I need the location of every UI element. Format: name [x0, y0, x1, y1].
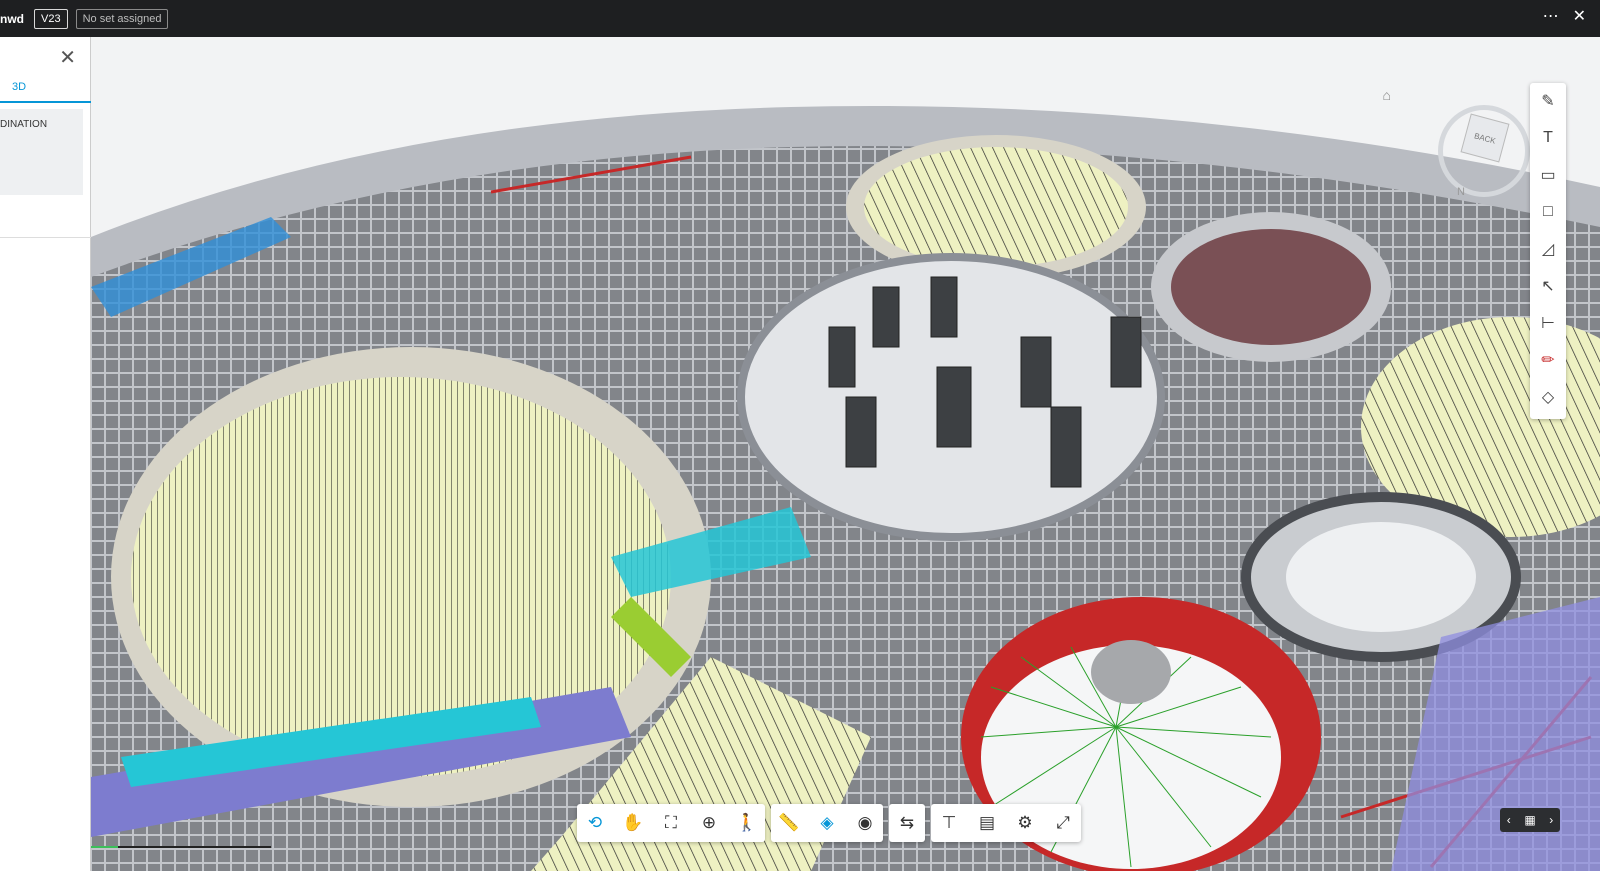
settings-icon[interactable]: ⚙ [1013, 813, 1037, 833]
tab-3d[interactable]: 3D [0, 73, 91, 103]
home-icon[interactable]: ⌂ [1383, 87, 1391, 103]
view-cube-face[interactable]: BACK [1460, 113, 1510, 163]
properties-icon[interactable]: ▤ [975, 813, 999, 833]
view-cube-back-label: BACK [1473, 130, 1497, 146]
dimension-icon[interactable]: ⊢ [1536, 311, 1560, 335]
callout-icon[interactable]: ▭ [1536, 163, 1560, 187]
explode-icon[interactable]: ◉ [853, 813, 877, 833]
fill-icon[interactable]: ◇ [1536, 385, 1560, 409]
measure-icon[interactable]: 📏 [777, 813, 801, 833]
view-list-item[interactable]: DINATION [0, 109, 83, 195]
model-browser-icon[interactable]: ⊤ [937, 813, 961, 833]
set-status-badge[interactable]: No set assigned [75, 8, 169, 29]
markup-toolbar: ✎ T ▭ □ ◿ ↖ ⊢ ✏ ◇ [1530, 83, 1566, 419]
file-name: nwd [0, 11, 24, 26]
analysis-tools: 📏 ◈ ◉ [771, 804, 883, 842]
freehand-icon[interactable]: ✎ [1536, 89, 1560, 113]
version-badge[interactable]: V23 [34, 8, 68, 29]
first-person-icon[interactable]: 🚶 [735, 813, 759, 833]
close-icon[interactable]: ✕ [1573, 6, 1586, 26]
side-panel: ✕ 3D DINATION [0, 37, 91, 871]
next-icon[interactable]: › [1549, 813, 1553, 827]
close-panel-icon[interactable]: ✕ [59, 45, 76, 70]
zoom-window-icon[interactable]: ⊕ [697, 813, 721, 833]
grid-icon[interactable]: ▦ [1524, 813, 1535, 827]
load-progress-bar [91, 846, 271, 848]
arrow-icon[interactable]: ↖ [1536, 274, 1560, 298]
view-cube[interactable]: BACK N [1438, 105, 1530, 198]
text-icon[interactable]: T [1536, 126, 1560, 150]
prev-icon[interactable]: ‹ [1507, 813, 1511, 827]
section-icon[interactable]: ◈ [815, 813, 839, 833]
top-bar: nwd V23 No set assigned ⋯ ✕ [0, 0, 1600, 37]
tab-3d-label: 3D [12, 81, 27, 93]
sheet-pager: ‹ ▦ › [1500, 808, 1560, 832]
viewer-toolbar: ⟲ ✋ ⛶ ⊕ 🚶 📏 ◈ ◉ ⇆ ⊤ ▤ ⚙ ⤢ [577, 804, 1081, 842]
bim-model-render [91, 37, 1600, 871]
share-tools: ⇆ [889, 804, 925, 842]
model-tools: ⊤ ▤ ⚙ ⤢ [931, 804, 1081, 842]
rectangle-icon[interactable]: □ [1536, 200, 1560, 224]
load-progress-fill [91, 846, 118, 848]
divider [0, 237, 91, 238]
orbit-icon[interactable]: ⟲ [583, 813, 607, 833]
more-icon[interactable]: ⋯ [1543, 6, 1559, 26]
fullscreen-icon[interactable]: ⤢ [1051, 813, 1075, 833]
navigation-tools: ⟲ ✋ ⛶ ⊕ 🚶 [577, 804, 765, 842]
polygon-icon[interactable]: ◿ [1536, 237, 1560, 261]
compass-north-label: N [1457, 186, 1465, 198]
fit-to-view-icon[interactable]: ⛶ [659, 813, 683, 833]
pen-color-icon[interactable]: ✏ [1536, 348, 1560, 372]
share-icon[interactable]: ⇆ [895, 813, 919, 833]
view-item-label: DINATION [0, 119, 48, 130]
model-viewport[interactable]: ⌂ BACK N ✎ T ▭ □ ◿ ↖ ⊢ ✏ ◇ [91, 37, 1600, 871]
pan-icon[interactable]: ✋ [621, 813, 645, 833]
top-right-actions: ⋯ ✕ [1543, 6, 1586, 26]
